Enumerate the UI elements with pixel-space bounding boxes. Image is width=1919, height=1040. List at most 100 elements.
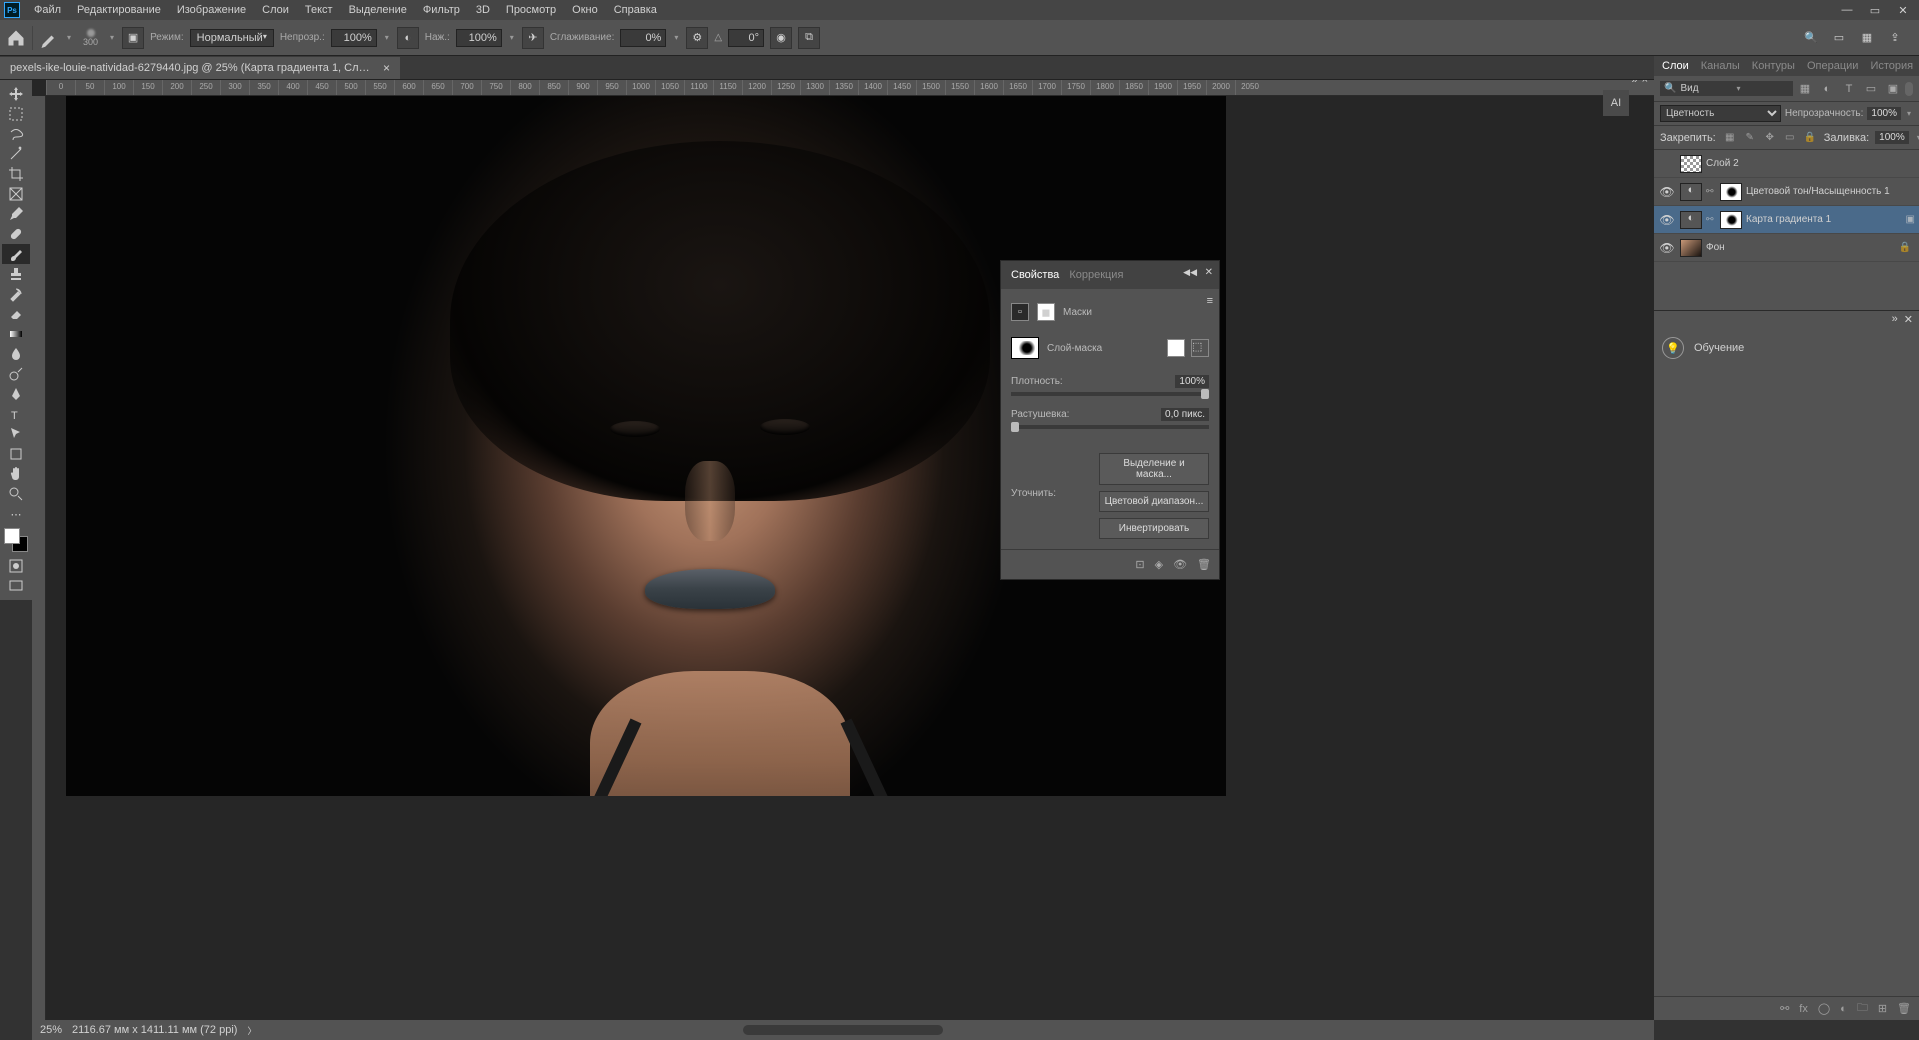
horizontal-scrollbar[interactable] bbox=[743, 1025, 943, 1035]
color-range-button[interactable]: Цветовой диапазон... bbox=[1099, 491, 1209, 512]
invert-button[interactable]: Инвертировать bbox=[1099, 518, 1209, 539]
density-slider[interactable] bbox=[1011, 392, 1209, 396]
brush-tool[interactable] bbox=[2, 244, 30, 264]
filter-shape-icon[interactable]: ▭ bbox=[1863, 81, 1879, 97]
blend-mode-select[interactable]: Нормальный ▾ bbox=[190, 29, 274, 47]
new-layer-icon[interactable]: ⊞ bbox=[1878, 1002, 1887, 1015]
layer-thumb[interactable] bbox=[1680, 239, 1702, 257]
frame-tool[interactable] bbox=[2, 184, 30, 204]
panel-tab-Контуры[interactable]: Контуры bbox=[1752, 60, 1795, 72]
filter-toggle[interactable] bbox=[1905, 82, 1913, 96]
menu-Текст[interactable]: Текст bbox=[297, 1, 341, 19]
add-pixel-mask-icon[interactable] bbox=[1167, 339, 1185, 357]
layer-name[interactable]: Карта градиента 1 bbox=[1746, 214, 1831, 225]
layer-style-icon[interactable]: fx bbox=[1799, 1003, 1808, 1015]
tool-preset-dropdown[interactable]: ▾ bbox=[65, 33, 73, 42]
panel-tab-Каналы[interactable]: Каналы bbox=[1701, 60, 1740, 72]
lock-icon[interactable]: 🔒 bbox=[1899, 242, 1915, 253]
panel-tab-Слои[interactable]: Слои bbox=[1662, 60, 1689, 72]
lock-pixels-icon[interactable]: ✎ bbox=[1742, 130, 1758, 146]
status-dropdown-icon[interactable]: 〉 bbox=[247, 1024, 256, 1037]
menu-3D[interactable]: 3D bbox=[468, 1, 498, 19]
tab-adjustments[interactable]: Коррекция bbox=[1069, 269, 1123, 281]
wand-tool[interactable] bbox=[2, 144, 30, 164]
mask-thumb[interactable] bbox=[1720, 183, 1742, 201]
layer-name[interactable]: Цветовой тон/Насыщенность 1 bbox=[1746, 186, 1890, 197]
dodge-tool[interactable] bbox=[2, 364, 30, 384]
close-tab-icon[interactable]: × bbox=[383, 61, 390, 75]
close-button[interactable]: ✕ bbox=[1891, 2, 1915, 18]
zoom-tool[interactable] bbox=[2, 484, 30, 504]
opacity-pressure-button[interactable]: ◐ bbox=[397, 27, 419, 49]
search-icon[interactable]: 🔍 bbox=[1801, 28, 1821, 48]
tab-overflow-icon[interactable]: » bbox=[1631, 80, 1637, 86]
visibility-icon[interactable]: 👁 bbox=[1658, 241, 1676, 255]
lock-position-icon[interactable]: ✥ bbox=[1762, 130, 1778, 146]
menu-Просмотр[interactable]: Просмотр bbox=[498, 1, 564, 19]
tab-close-all-icon[interactable]: × bbox=[1642, 80, 1648, 86]
expand-icon[interactable]: » bbox=[1892, 313, 1898, 327]
panel-tab-Операции[interactable]: Операции bbox=[1807, 60, 1858, 72]
angle-input[interactable]: 0° bbox=[728, 29, 764, 47]
arrange-icon[interactable]: ▦ bbox=[1857, 28, 1877, 48]
adjustment-thumb[interactable]: ◐ bbox=[1680, 211, 1702, 229]
fill-value[interactable]: 100% bbox=[1875, 131, 1909, 144]
pixel-mask-icon[interactable]: ▫ bbox=[1011, 303, 1029, 321]
collapse-icon[interactable]: ◀◀ bbox=[1183, 267, 1197, 278]
screenmode-button[interactable] bbox=[2, 576, 30, 596]
new-adjustment-icon[interactable]: ◐ bbox=[1840, 1003, 1847, 1015]
brush-preview[interactable]: 300 bbox=[79, 29, 102, 47]
new-group-icon[interactable]: 🗀 bbox=[1857, 999, 1868, 1018]
lasso-tool[interactable] bbox=[2, 124, 30, 144]
layer-row[interactable]: 👁◐⚯Цветовой тон/Насыщенность 1 bbox=[1654, 178, 1919, 206]
lock-all-icon[interactable]: 🔒 bbox=[1802, 130, 1818, 146]
menu-Справка[interactable]: Справка bbox=[606, 1, 665, 19]
symmetry-button[interactable]: ⧉ bbox=[798, 27, 820, 49]
edit-toolbar-button[interactable]: ⋯ bbox=[2, 504, 30, 524]
density-value[interactable]: 100% bbox=[1175, 375, 1209, 388]
menu-Слои[interactable]: Слои bbox=[254, 1, 297, 19]
lock-artboard-icon[interactable]: ▭ bbox=[1782, 130, 1798, 146]
select-mask-button[interactable]: Выделение и маска... bbox=[1099, 453, 1209, 485]
filter-type-icon[interactable]: T bbox=[1841, 81, 1857, 97]
visibility-icon[interactable]: 👁 bbox=[1658, 185, 1676, 199]
zoom-level[interactable]: 25% bbox=[40, 1024, 62, 1036]
add-vector-mask-icon[interactable]: ⬚ bbox=[1191, 339, 1209, 357]
workspace-icon[interactable]: ▭ bbox=[1829, 28, 1849, 48]
layer-filter-input[interactable] bbox=[1680, 83, 1730, 94]
share-icon[interactable]: ⇪ bbox=[1885, 28, 1905, 48]
menu-Фильтр[interactable]: Фильтр bbox=[415, 1, 468, 19]
menu-Изображение[interactable]: Изображение bbox=[169, 1, 254, 19]
marquee-tool[interactable] bbox=[2, 104, 30, 124]
feather-slider[interactable] bbox=[1011, 425, 1209, 429]
type-tool[interactable]: T bbox=[2, 404, 30, 424]
history-brush-tool[interactable] bbox=[2, 284, 30, 304]
vector-mask-icon[interactable]: ◼ bbox=[1037, 303, 1055, 321]
path-select-tool[interactable] bbox=[2, 424, 30, 444]
learn-label[interactable]: Обучение bbox=[1694, 342, 1744, 354]
mask-thumbnail[interactable] bbox=[1011, 337, 1039, 359]
layer-opacity-value[interactable]: 100% bbox=[1867, 107, 1901, 120]
pressure-size-button[interactable]: ◉ bbox=[770, 27, 792, 49]
brush-size-dropdown[interactable]: ▾ bbox=[108, 33, 116, 42]
stamp-tool[interactable] bbox=[2, 264, 30, 284]
menu-Файл[interactable]: Файл bbox=[26, 1, 69, 19]
delete-mask-icon[interactable]: 🗑 bbox=[1197, 558, 1211, 571]
layer-thumb[interactable] bbox=[1680, 155, 1702, 173]
minimize-button[interactable]: — bbox=[1835, 2, 1859, 18]
adjustment-thumb[interactable]: ◐ bbox=[1680, 183, 1702, 201]
airbrush-button[interactable]: ✈ bbox=[522, 27, 544, 49]
load-selection-icon[interactable]: ⊡ bbox=[1135, 558, 1144, 571]
close-panel-icon[interactable]: ✕ bbox=[1205, 267, 1213, 278]
smoothing-options-button[interactable]: ⚙ bbox=[686, 27, 708, 49]
menu-Окно[interactable]: Окно bbox=[564, 1, 606, 19]
layer-row[interactable]: 👁Фон🔒 bbox=[1654, 234, 1919, 262]
add-mask-icon[interactable]: ◯ bbox=[1818, 1002, 1830, 1015]
feather-value[interactable]: 0,0 пикс. bbox=[1161, 408, 1209, 421]
document-tab[interactable]: pexels-ike-louie-natividad-6279440.jpg @… bbox=[0, 57, 400, 79]
eyedropper-tool[interactable] bbox=[2, 204, 30, 224]
mask-thumb[interactable] bbox=[1720, 211, 1742, 229]
pen-tool[interactable] bbox=[2, 384, 30, 404]
eraser-tool[interactable] bbox=[2, 304, 30, 324]
panel-tab-История[interactable]: История bbox=[1870, 60, 1913, 72]
